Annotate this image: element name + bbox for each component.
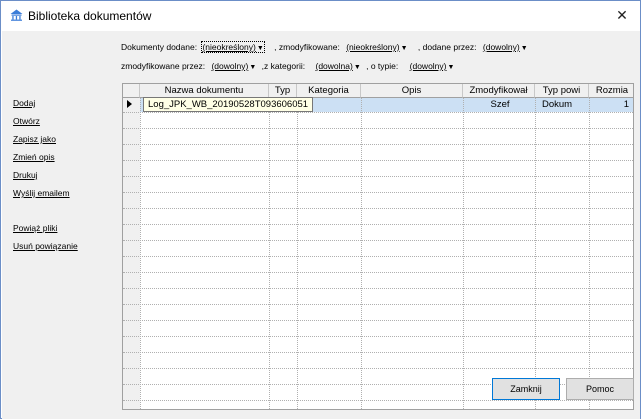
- filter-zmodyfikowane-label: , zmodyfikowane:: [274, 42, 340, 52]
- filter-dodane-dropdown[interactable]: (nieokreślony)▼: [201, 41, 265, 53]
- dialog-client-area: Dokumenty dodane: (nieokreślony)▼ , zmod…: [2, 31, 640, 419]
- close-button[interactable]: Zamknij: [492, 378, 560, 400]
- help-button[interactable]: Pomoc: [566, 378, 634, 400]
- filter-kategorii-dropdown[interactable]: (dowolna)▼: [315, 61, 360, 71]
- grid-line: [123, 160, 633, 161]
- action-zapisz-jako-link[interactable]: Zapisz jako: [13, 134, 56, 144]
- grid-line: [123, 240, 633, 241]
- grid-line: [123, 368, 633, 369]
- filter-dodane-label: Dokumenty dodane:: [121, 42, 198, 52]
- filter-typie-value: (dowolny): [409, 61, 447, 71]
- grid-line: [123, 112, 633, 113]
- documents-grid[interactable]: Nazwa dokumentu Typ Kategoria Opis Zmody…: [122, 83, 634, 410]
- grid-line: [123, 400, 633, 401]
- column-header-typ[interactable]: Typ: [269, 84, 297, 98]
- grid-corner-header: [123, 84, 140, 98]
- filter-typie-dropdown[interactable]: (dowolny)▼: [410, 61, 455, 71]
- filter-typie-label: , o typie:: [366, 61, 399, 71]
- grid-line: [123, 128, 633, 129]
- filter-dodane-przez-dropdown[interactable]: (dowolny)▼: [483, 42, 528, 52]
- grid-line: [123, 256, 633, 257]
- grid-line: [123, 320, 633, 321]
- grid-line: [123, 192, 633, 193]
- chevron-down-icon: ▼: [520, 45, 528, 52]
- action-wyslij-emailem-link[interactable]: Wyślij emailem: [13, 188, 70, 198]
- action-usun-powiazanie-link[interactable]: Usuń powiązanie: [13, 241, 78, 251]
- filter-row-1: Dokumenty dodane: (nieokreślony)▼ , zmod…: [121, 41, 528, 53]
- grid-line: [123, 224, 633, 225]
- chevron-down-icon: ▼: [249, 64, 257, 71]
- dialog-window: Biblioteka dokumentów ✕ Dokumenty dodane…: [0, 0, 641, 419]
- filter-dodane-przez-label: , dodane przez:: [417, 42, 477, 52]
- filter-row-2: zmodyfikowane przez: (dowolny)▼ ,z kateg…: [121, 61, 454, 71]
- grid-line: [123, 352, 633, 353]
- action-dodaj-link[interactable]: Dodaj: [13, 98, 35, 108]
- cell-rozmiar[interactable]: 1: [593, 98, 629, 112]
- grid-line: [123, 272, 633, 273]
- cell-nazwa-dokumentu[interactable]: Log_JPK_WB_20190528T093606051: [143, 97, 314, 112]
- column-header-rozmiar[interactable]: Rozmia: [589, 84, 633, 98]
- grid-line: [123, 176, 633, 177]
- grid-line: [123, 144, 633, 145]
- title-bar[interactable]: Biblioteka dokumentów ✕: [1, 1, 640, 30]
- grid-line: [123, 288, 633, 289]
- current-row-arrow-icon: [127, 100, 132, 108]
- grid-line: [123, 336, 633, 337]
- column-header-opis[interactable]: Opis: [361, 84, 463, 98]
- chevron-down-icon: ▼: [447, 64, 455, 71]
- grid-line: [123, 304, 633, 305]
- window-title: Biblioteka dokumentów: [28, 9, 152, 23]
- column-header-zmodyfikowal[interactable]: Zmodyfikował: [463, 84, 535, 98]
- close-icon: ✕: [616, 7, 628, 24]
- chevron-down-icon: ▼: [400, 45, 408, 52]
- cell-typ-powiazania[interactable]: Dokum: [542, 98, 586, 112]
- action-otworz-link[interactable]: Otwórz: [13, 116, 40, 126]
- filter-dodane-value: (nieokreślony): [202, 42, 256, 52]
- filter-zmodyfikowane-value: (nieokreślony): [346, 42, 400, 52]
- column-header-typ-powiazania[interactable]: Typ powi: [535, 84, 589, 98]
- grid-line: [123, 208, 633, 209]
- chevron-down-icon: ▼: [256, 45, 264, 52]
- filter-kategorii-label: ,z kategorii:: [261, 61, 306, 71]
- filter-zmodyfikowane-przez-dropdown[interactable]: (dowolny)▼: [211, 61, 256, 71]
- library-house-icon: [10, 9, 23, 21]
- filter-kategorii-value: (dowolna): [315, 61, 353, 71]
- action-zmien-opis-link[interactable]: Zmień opis: [13, 152, 55, 162]
- close-window-button[interactable]: ✕: [605, 3, 639, 28]
- column-header-kategoria[interactable]: Kategoria: [297, 84, 361, 98]
- cell-zmodyfikowal[interactable]: Szef: [470, 98, 530, 112]
- filter-dodane-przez-value: (dowolny): [482, 42, 520, 52]
- action-powiaz-pliki-link[interactable]: Powiąż pliki: [13, 223, 57, 233]
- filter-zmodyfikowane-przez-label: zmodyfikowane przez:: [121, 61, 206, 71]
- action-drukuj-link[interactable]: Drukuj: [13, 170, 38, 180]
- filter-zmodyfikowane-dropdown[interactable]: (nieokreślony)▼: [346, 42, 407, 52]
- filter-zmodyfikowane-przez-value: (dowolny): [211, 61, 249, 71]
- column-header-nazwa[interactable]: Nazwa dokumentu: [140, 84, 269, 98]
- chevron-down-icon: ▼: [353, 64, 361, 71]
